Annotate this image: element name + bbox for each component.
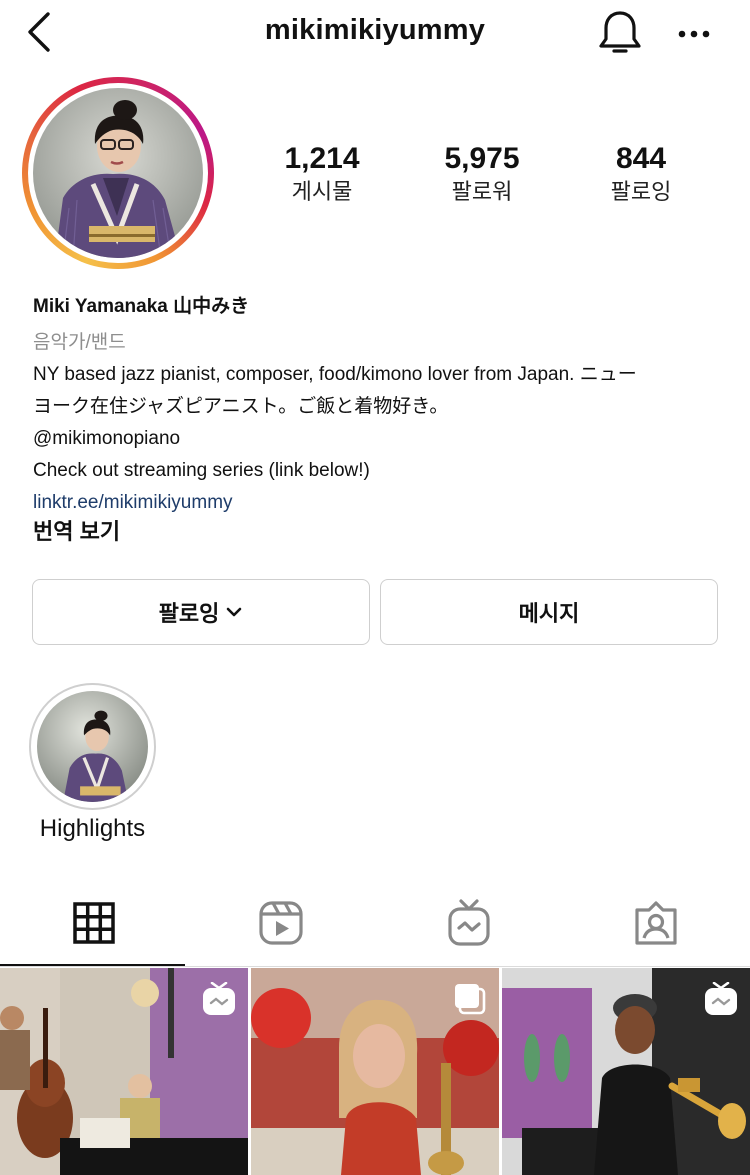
stat-following[interactable]: 844 팔로잉 xyxy=(566,140,716,206)
bio-website-link[interactable]: linktr.ee/mikimikiyummy xyxy=(33,487,733,519)
notifications-button[interactable] xyxy=(596,8,644,58)
posts-count: 1,214 xyxy=(284,142,360,175)
tab-igtv[interactable] xyxy=(375,898,562,948)
grid-icon xyxy=(72,902,115,944)
chevron-down-icon xyxy=(227,607,242,617)
album-badge-icon xyxy=(455,984,486,1015)
tab-divider xyxy=(0,966,750,967)
more-horizontal-icon xyxy=(678,30,710,38)
message-button-label: 메시지 xyxy=(518,601,580,626)
tab-grid[interactable] xyxy=(0,898,187,948)
bio-line: ヨーク在住ジャズピアニスト。ご飯と着物好き。 xyxy=(33,396,449,417)
profile-avatar[interactable] xyxy=(22,77,214,269)
stat-posts[interactable]: 1,214 게시물 xyxy=(247,140,397,206)
more-options-button[interactable] xyxy=(676,22,716,46)
bio-line: Check out streaming series (link below!) xyxy=(33,460,370,481)
highlight-cover xyxy=(37,691,148,802)
story-highlight[interactable] xyxy=(29,683,156,810)
post-thumbnail[interactable] xyxy=(0,968,248,1175)
stat-followers[interactable]: 5,975 팔로워 xyxy=(407,140,557,206)
reels-icon xyxy=(258,901,303,945)
followers-label: 팔로워 xyxy=(451,179,513,204)
avatar-photo xyxy=(33,88,203,258)
bio-line: NY based jazz pianist, composer, food/ki… xyxy=(33,364,637,385)
bell-icon xyxy=(599,11,641,53)
posts-label: 게시물 xyxy=(291,179,353,204)
highlight-label: Highlights xyxy=(39,815,146,842)
followers-count: 5,975 xyxy=(444,142,520,175)
post-thumbnail[interactable] xyxy=(251,968,499,1175)
igtv-badge-icon xyxy=(203,982,235,1015)
igtv-badge-icon xyxy=(705,982,737,1015)
tagged-icon xyxy=(634,901,677,945)
tab-reels[interactable] xyxy=(187,898,374,948)
message-button[interactable]: 메시지 xyxy=(380,579,718,645)
profile-category: 음악가/밴드 xyxy=(33,332,126,353)
following-button-label: 팔로잉 xyxy=(158,601,220,626)
igtv-icon xyxy=(447,899,490,946)
bio-mention-link[interactable]: @mikimonopiano xyxy=(33,423,733,455)
post-thumbnail[interactable] xyxy=(502,968,750,1175)
see-translation-button[interactable]: 번역 보기 xyxy=(33,516,733,548)
tab-tagged[interactable] xyxy=(562,898,749,948)
following-button[interactable]: 팔로잉 xyxy=(32,579,370,645)
following-label: 팔로잉 xyxy=(610,179,672,204)
profile-display-name: Miki Yamanaka 山中みき xyxy=(33,296,250,317)
following-count: 844 xyxy=(615,142,667,175)
